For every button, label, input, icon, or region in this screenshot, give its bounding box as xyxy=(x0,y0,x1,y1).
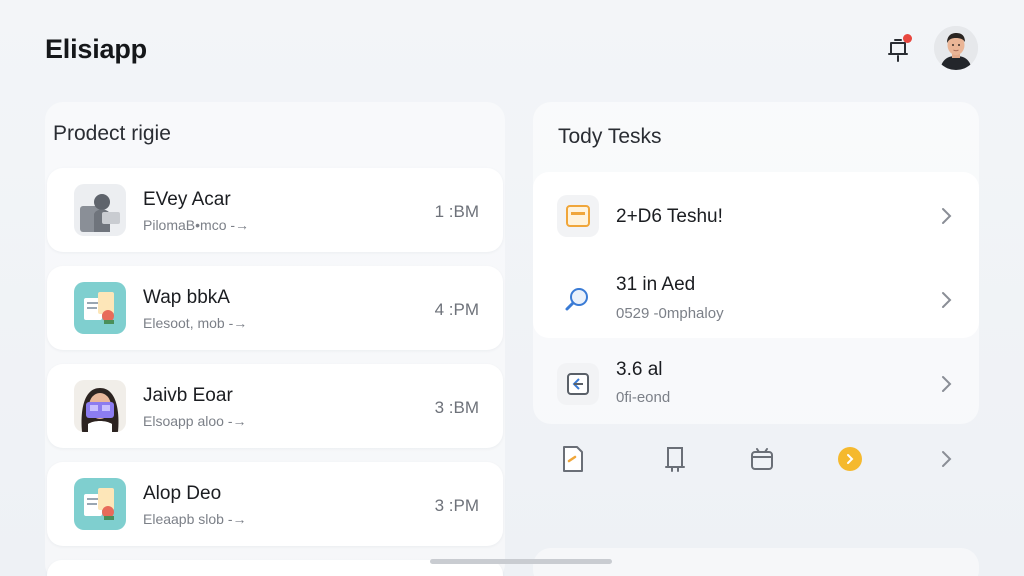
chevron-right-icon xyxy=(942,208,952,224)
woman-avatar-icon xyxy=(74,380,126,432)
notification-dot xyxy=(903,34,912,43)
item-subtitle: Elsoapp aloo -→ xyxy=(143,413,247,429)
item-name: EVey Acar xyxy=(143,189,231,210)
avatar-icon xyxy=(934,26,978,70)
list-item[interactable]: EVey Acar PilomaB•mco -→ 1 :BM xyxy=(47,168,503,252)
document-edit-icon xyxy=(557,363,599,405)
chevron-right-icon xyxy=(942,376,952,392)
item-subtitle: Eleaapb slob -→ xyxy=(143,511,247,527)
task-name: 3.6 al xyxy=(616,359,663,380)
bottom-toolbar xyxy=(533,440,979,480)
task-subtitle: 0fi-eond xyxy=(616,389,671,406)
search-icon xyxy=(557,279,599,321)
chevron-right-icon xyxy=(942,292,952,308)
documents-icon xyxy=(74,282,126,334)
task-name: 2+D6 Teshu! xyxy=(616,206,723,227)
task-name: 31 in Aed xyxy=(616,274,696,295)
task-subtitle: 0529 -0mphaloy xyxy=(616,305,724,322)
person-laptop-icon xyxy=(74,184,126,236)
list-item[interactable]: Jaivb Eoar Elsoapp aloo -→ 3 :BM xyxy=(47,364,503,448)
item-time: 3 :PM xyxy=(434,496,479,515)
item-name: Wap bbkA xyxy=(143,287,230,308)
notifications-button[interactable] xyxy=(884,34,912,66)
bookmark-icon[interactable] xyxy=(661,444,689,474)
app-title: Elisiapp xyxy=(45,34,147,64)
list-item[interactable]: Wap bbkA Elesoot, mob -→ 4 :PM xyxy=(47,266,503,350)
item-subtitle: PilomaB•mco -→ xyxy=(143,217,250,233)
list-item[interactable]: Alop Deo Eleaapb slob -→ 3 :PM xyxy=(47,462,503,546)
note-icon[interactable] xyxy=(559,444,587,474)
chevron-right-icon[interactable] xyxy=(932,444,960,474)
task-item[interactable]: 31 in Aed 0529 -0mphaloy xyxy=(533,258,979,342)
panel-title: Prodect rigie xyxy=(53,122,171,145)
item-name: Alop Deo xyxy=(143,483,222,504)
badge-icon[interactable] xyxy=(836,444,864,474)
archive-icon[interactable] xyxy=(748,444,776,474)
calendar-icon xyxy=(557,195,599,237)
item-time: 1 :BM xyxy=(434,202,479,221)
item-subtitle: Elesoot, mob -→ xyxy=(143,315,248,331)
home-indicator[interactable] xyxy=(430,559,612,564)
user-avatar[interactable] xyxy=(934,26,978,70)
item-name: Jaivb Eoar xyxy=(143,385,233,406)
panel-title: Tody Tesks xyxy=(558,125,662,148)
task-item[interactable]: 3.6 al 0fi-eond xyxy=(533,342,979,426)
documents-icon xyxy=(74,478,126,530)
item-time: 4 :PM xyxy=(434,300,479,319)
item-time: 3 :BM xyxy=(434,398,479,417)
task-item[interactable]: 2+D6 Teshu! xyxy=(533,174,979,258)
